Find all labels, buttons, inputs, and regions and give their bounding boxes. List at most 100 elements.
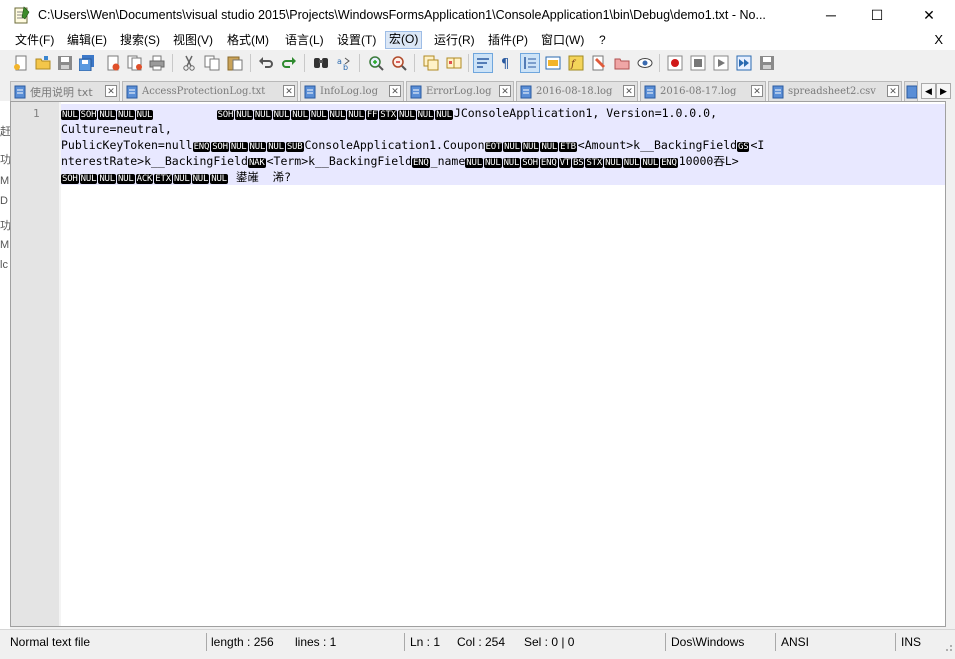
close-all-icon[interactable] — [125, 53, 145, 73]
status-encoding: ANSI — [781, 635, 810, 649]
control-char-badge: NUL — [435, 110, 453, 120]
save-macro-icon[interactable] — [757, 53, 777, 73]
tab-2016-08-18-log[interactable]: 2016-08-18.log ✕ — [516, 81, 638, 101]
sync-vertical-icon[interactable] — [421, 53, 441, 73]
control-char-badge: NUL — [98, 174, 116, 184]
editor-line-segment[interactable]: NUL SOH NUL NUL NUL SOH NUL NUL NUL NUL NUL NUL NUL… — [61, 105, 941, 121]
tab-spreadsheet2-csv[interactable]: spreadsheet2.csv ✕ — [768, 81, 902, 101]
cut-icon[interactable] — [179, 53, 199, 73]
vertical-scroll-edge[interactable] — [946, 101, 955, 627]
tab-label: AccessProtectionLog.txt — [142, 86, 266, 97]
status-insert-mode: INS — [901, 635, 922, 649]
copy-icon[interactable] — [202, 53, 222, 73]
tab-2016-08-17-log[interactable]: 2016-08-17.log ✕ — [640, 81, 766, 101]
editor-line-segment[interactable]: Culture=neutral, — [61, 121, 941, 137]
left-strip-char: M — [0, 175, 10, 187]
left-strip-char: 功 — [0, 154, 10, 166]
left-strip-char: D — [0, 195, 8, 207]
file-icon — [772, 85, 784, 98]
editor-line-segment[interactable]: SOH NUL NUL NUL ACK ETX NUL NUL NUL 鍙嶉 浠? — [61, 169, 941, 185]
tab-overflow-partial[interactable] — [904, 81, 918, 101]
function-list-icon[interactable]: f — [566, 53, 586, 73]
tab-label: InfoLog.log — [320, 86, 378, 97]
tab-errorlog[interactable]: ErrorLog.log ✕ — [406, 81, 514, 101]
redo-icon[interactable] — [279, 53, 299, 73]
tab-usage-txt[interactable]: 使用说明 txt ✕ — [10, 81, 120, 101]
record-macro-icon[interactable] — [665, 53, 685, 73]
file-icon — [304, 85, 316, 98]
control-char-badge: SOH — [79, 110, 98, 120]
control-char-badge: ENQ — [192, 142, 211, 152]
open-file-icon[interactable] — [33, 53, 53, 73]
menu-window[interactable]: 窗口(W) — [540, 32, 585, 49]
tab-scroll-right-button[interactable]: ▶ — [936, 83, 951, 99]
close-document-button[interactable]: X — [934, 32, 943, 47]
folder-workspace-icon[interactable] — [589, 53, 609, 73]
resize-grip-icon[interactable] — [943, 642, 953, 652]
tab-access-protection-log[interactable]: AccessProtectionLog.txt ✕ — [122, 81, 298, 101]
editor-text: Culture=neutral, — [61, 122, 172, 136]
menu-language[interactable]: 语言(L) — [284, 32, 325, 49]
minimize-button[interactable]: ─ — [808, 0, 854, 30]
control-char-badge: SUB — [285, 142, 304, 152]
play-macro-icon[interactable] — [711, 53, 731, 73]
replace-icon[interactable]: ab — [334, 53, 354, 73]
stop-macro-icon[interactable] — [688, 53, 708, 73]
tab-close-icon[interactable]: ✕ — [751, 85, 763, 97]
run-macro-multiple-icon[interactable] — [734, 53, 754, 73]
tab-close-icon[interactable]: ✕ — [623, 85, 635, 97]
new-file-icon[interactable] — [11, 53, 31, 73]
project-folder-icon[interactable] — [612, 53, 632, 73]
editor-line-segment[interactable]: PublicKeyToken=nullENQ SOH NUL NUL NUL SUB Con… — [61, 137, 941, 153]
maximize-button[interactable]: ☐ — [854, 0, 900, 30]
menu-file[interactable]: 文件(F) — [14, 32, 55, 49]
toolbar-separator — [414, 54, 415, 72]
status-separator — [895, 633, 896, 651]
close-window-button[interactable]: ✕ — [906, 0, 952, 30]
tab-close-icon[interactable]: ✕ — [105, 85, 117, 97]
toolbar-separator — [468, 54, 469, 72]
menu-run[interactable]: 运行(R) — [433, 32, 476, 49]
zoom-out-icon[interactable] — [389, 53, 409, 73]
line-number-gutter: 1 — [11, 102, 59, 626]
menu-view[interactable]: 视图(V) — [172, 32, 214, 49]
tab-close-icon[interactable]: ✕ — [283, 85, 295, 97]
svg-text:¶: ¶ — [501, 57, 509, 71]
title-bar[interactable]: C:\Users\Wen\Documents\visual studio 201… — [0, 0, 955, 30]
tab-infolog[interactable]: InfoLog.log ✕ — [300, 81, 404, 101]
menu-format[interactable]: 格式(M) — [226, 32, 270, 49]
editor-line-segment[interactable]: nterestRate>k__BackingFieldNAK <Term>k__B… — [61, 153, 941, 169]
monitor-eye-icon[interactable] — [635, 53, 655, 73]
close-icon[interactable] — [103, 53, 123, 73]
menu-plugins[interactable]: 插件(P) — [487, 32, 529, 49]
status-selection: Sel : 0 | 0 — [524, 635, 575, 649]
find-icon[interactable] — [311, 53, 331, 73]
text-editor[interactable]: 1 NUL SOH NUL NUL NUL SOH NUL NUL NUL NUL NUL NUL N… — [10, 101, 946, 627]
control-char-badge: VT — [558, 158, 571, 168]
editor-text: PublicKeyToken=null — [61, 138, 193, 152]
tab-close-icon[interactable]: ✕ — [887, 85, 899, 97]
undo-icon[interactable] — [256, 53, 276, 73]
tab-close-icon[interactable]: ✕ — [499, 85, 511, 97]
show-all-chars-icon[interactable]: ¶ — [496, 53, 516, 73]
sync-horizontal-icon[interactable] — [444, 53, 464, 73]
menu-settings[interactable]: 设置(T) — [336, 32, 377, 49]
menu-search[interactable]: 搜索(S) — [119, 32, 161, 49]
save-icon[interactable] — [55, 53, 75, 73]
menu-edit[interactable]: 编辑(E) — [66, 32, 108, 49]
save-all-icon[interactable] — [77, 53, 97, 73]
control-char-badge: NUL — [622, 158, 641, 168]
word-wrap-icon[interactable] — [473, 53, 493, 73]
tab-close-icon[interactable]: ✕ — [389, 85, 401, 97]
doc-map-icon[interactable] — [543, 53, 563, 73]
menu-help[interactable]: ? — [598, 32, 607, 49]
menu-macro[interactable]: 宏(O) — [385, 31, 423, 49]
editor-content[interactable]: NUL SOH NUL NUL NUL SOH NUL NUL NUL NUL NUL NUL NUL… — [61, 105, 941, 185]
line-number: 1 — [33, 107, 40, 120]
tab-scroll-left-button[interactable]: ◀ — [921, 83, 936, 99]
print-icon[interactable] — [147, 53, 167, 73]
editor-text: ConsoleApplication1.Coupon — [304, 138, 485, 152]
zoom-in-icon[interactable] — [366, 53, 386, 73]
indent-guide-icon[interactable] — [520, 53, 540, 73]
paste-icon[interactable] — [225, 53, 245, 73]
